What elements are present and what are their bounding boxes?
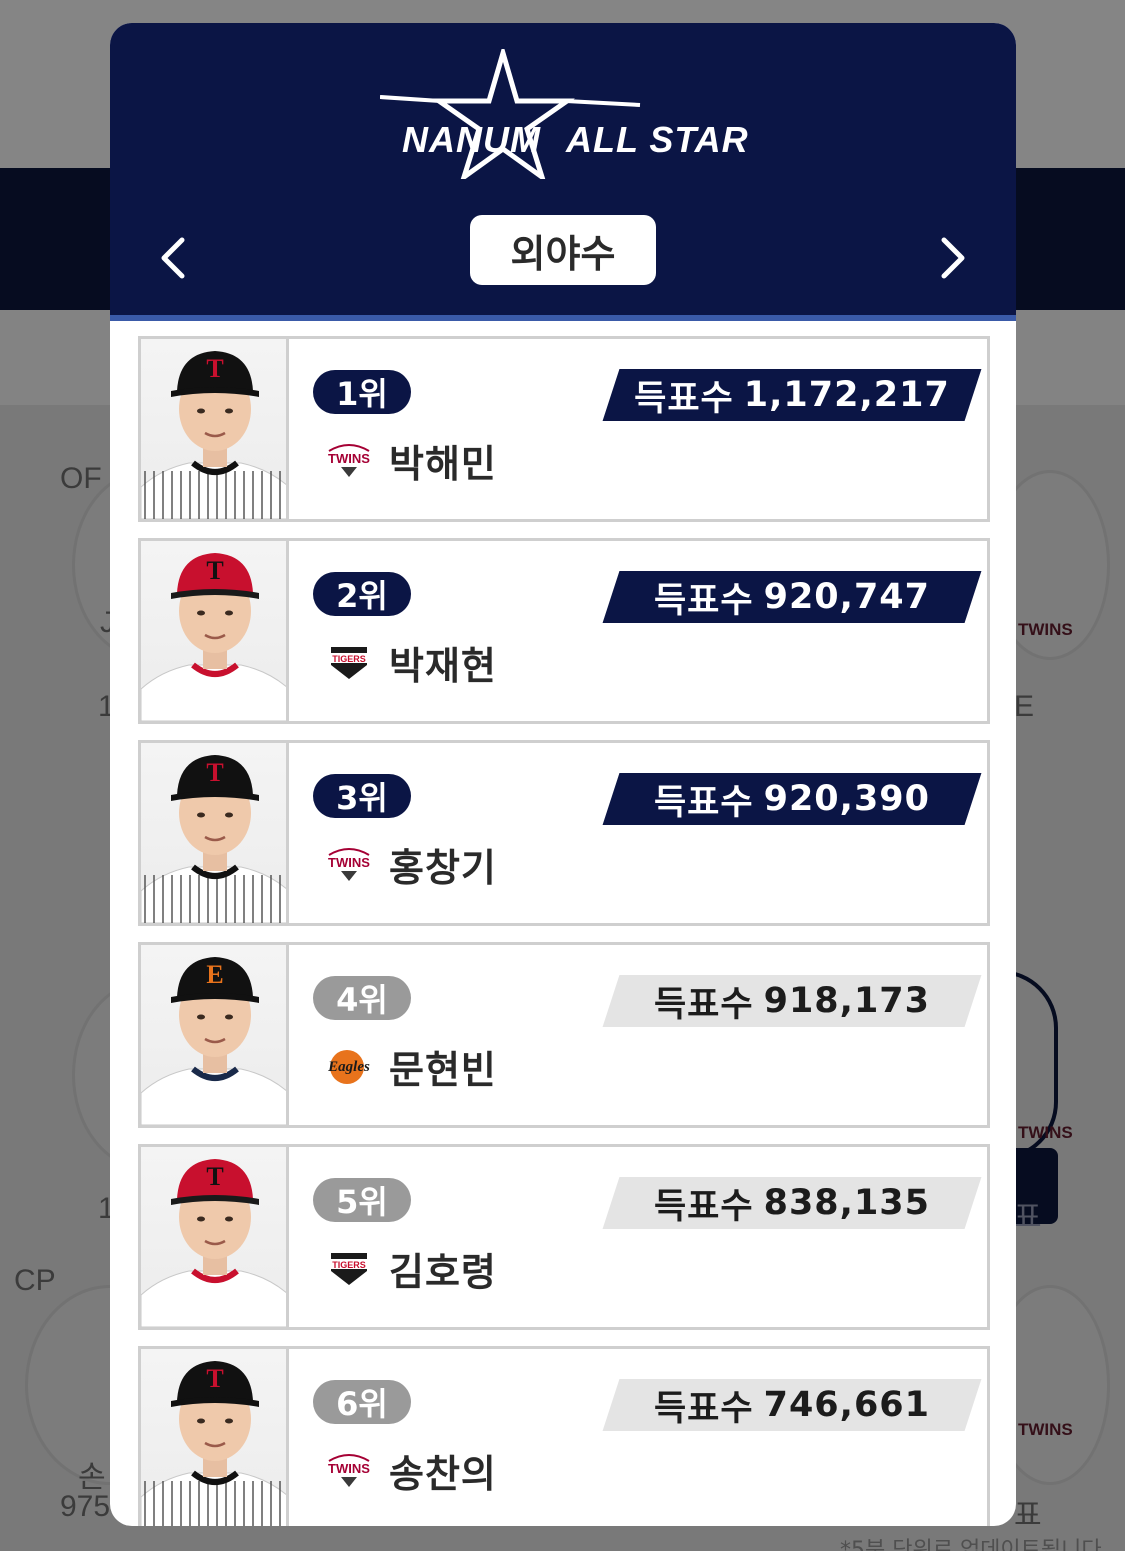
vote-count-box: 득표수 918,173	[602, 975, 982, 1027]
svg-text:T: T	[206, 1162, 223, 1191]
vote-count-text: 득표수 1,172,217	[611, 369, 973, 421]
rank-badge: 2위	[313, 572, 411, 616]
player-name: 홍창기	[389, 846, 497, 890]
rank-card[interactable]: T 5위 TIGERS 김호령 득표수 838,135	[138, 1144, 990, 1330]
rank-badge: 4위	[313, 976, 411, 1020]
svg-text:Eagles: Eagles	[327, 1059, 370, 1075]
vote-count-text: 득표수 920,390	[611, 773, 973, 825]
team-logo-icon: TWINS	[321, 841, 377, 885]
vote-count-text: 득표수 838,135	[611, 1177, 973, 1229]
vote-count-value: 746,661	[763, 1385, 931, 1425]
rank-card[interactable]: T 1위 TWINS 박해민 득표수 1,172,217	[138, 336, 990, 522]
vote-count-value: 918,173	[763, 981, 931, 1021]
header-accent-line	[110, 315, 1016, 321]
vote-count-box: 득표수 920,390	[602, 773, 982, 825]
player-name: 김호령	[389, 1250, 497, 1294]
player-photo: T	[141, 1349, 289, 1526]
rank-card[interactable]: T 2위 TIGERS 박재현 득표수 920,747	[138, 538, 990, 724]
vote-count-box: 득표수 838,135	[602, 1177, 982, 1229]
player-silhouette-icon: T	[141, 553, 286, 721]
svg-text:T: T	[206, 758, 223, 787]
category-title: 외야수	[470, 215, 656, 285]
all-star-ranking-modal: NANUM ALL STAR 외야수 T 1위 TWINS 박해민 득표수 1,…	[110, 23, 1016, 1526]
vote-count-text: 득표수 920,747	[611, 571, 973, 623]
player-name: 송찬의	[389, 1452, 497, 1496]
svg-text:TWINS: TWINS	[328, 855, 370, 870]
modal-header: NANUM ALL STAR 외야수	[110, 23, 1016, 315]
previous-category-button[interactable]	[148, 228, 198, 288]
vote-count-value: 920,390	[763, 779, 931, 819]
rank-badge: 6위	[313, 1380, 411, 1424]
svg-text:T: T	[206, 354, 223, 383]
team-logo-icon: Eagles	[321, 1043, 377, 1087]
rank-badge: 1위	[313, 370, 411, 414]
vote-count-label: 득표수	[653, 782, 754, 823]
vote-count-box: 득표수 1,172,217	[602, 369, 982, 421]
nanum-all-star-logo: NANUM ALL STAR	[380, 49, 750, 179]
vote-count-label: 득표수	[653, 984, 754, 1025]
team-logo-icon: TIGERS	[321, 1245, 377, 1289]
player-name: 문현빈	[389, 1048, 497, 1092]
vote-count-label: 득표수	[653, 1186, 754, 1227]
rank-badge: 3위	[313, 774, 411, 818]
vote-count-value: 920,747	[763, 577, 931, 617]
rank-card[interactable]: E 4위 Eagles 문현빈 득표수 918,173	[138, 942, 990, 1128]
logo-word-nanum: NANUM	[402, 119, 541, 160]
svg-text:T: T	[206, 556, 223, 585]
player-silhouette-icon: T	[141, 1159, 286, 1327]
vote-count-value: 1,172,217	[743, 375, 950, 415]
chevron-left-icon	[161, 237, 185, 279]
player-photo: T	[141, 743, 289, 923]
vote-count-label: 득표수	[653, 1388, 754, 1429]
player-silhouette-icon: T	[141, 755, 286, 923]
svg-text:T: T	[206, 1364, 223, 1393]
vote-count-text: 득표수 918,173	[611, 975, 973, 1027]
vote-count-label: 득표수	[634, 378, 734, 419]
player-name: 박재현	[389, 644, 497, 688]
svg-text:TWINS: TWINS	[328, 1461, 370, 1476]
rank-card[interactable]: T 6위 TWINS 송찬의 득표수 746,661	[138, 1346, 990, 1526]
player-photo: T	[141, 1147, 289, 1327]
next-category-button[interactable]	[928, 228, 978, 288]
team-logo-icon: TWINS	[321, 1447, 377, 1491]
svg-text:TIGERS: TIGERS	[332, 1260, 366, 1270]
svg-text:E: E	[206, 960, 223, 989]
player-photo: T	[141, 339, 289, 519]
vote-count-text: 득표수 746,661	[611, 1379, 973, 1431]
team-logo-icon: TWINS	[321, 437, 377, 481]
player-photo: T	[141, 541, 289, 721]
player-photo: E	[141, 945, 289, 1125]
player-silhouette-icon: T	[141, 1361, 286, 1526]
chevron-right-icon	[941, 237, 965, 279]
svg-text:TWINS: TWINS	[328, 451, 370, 466]
vote-count-box: 득표수 746,661	[602, 1379, 982, 1431]
player-silhouette-icon: T	[141, 351, 286, 519]
logo-word-all-star: ALL STAR	[566, 119, 749, 160]
vote-count-box: 득표수 920,747	[602, 571, 982, 623]
team-logo-icon: TIGERS	[321, 639, 377, 683]
player-silhouette-icon: E	[141, 957, 286, 1125]
vote-count-value: 838,135	[763, 1183, 931, 1223]
player-name: 박해민	[389, 442, 497, 486]
vote-count-label: 득표수	[653, 580, 754, 621]
rank-card[interactable]: T 3위 TWINS 홍창기 득표수 920,390	[138, 740, 990, 926]
svg-text:TIGERS: TIGERS	[332, 654, 366, 664]
rank-badge: 5위	[313, 1178, 411, 1222]
